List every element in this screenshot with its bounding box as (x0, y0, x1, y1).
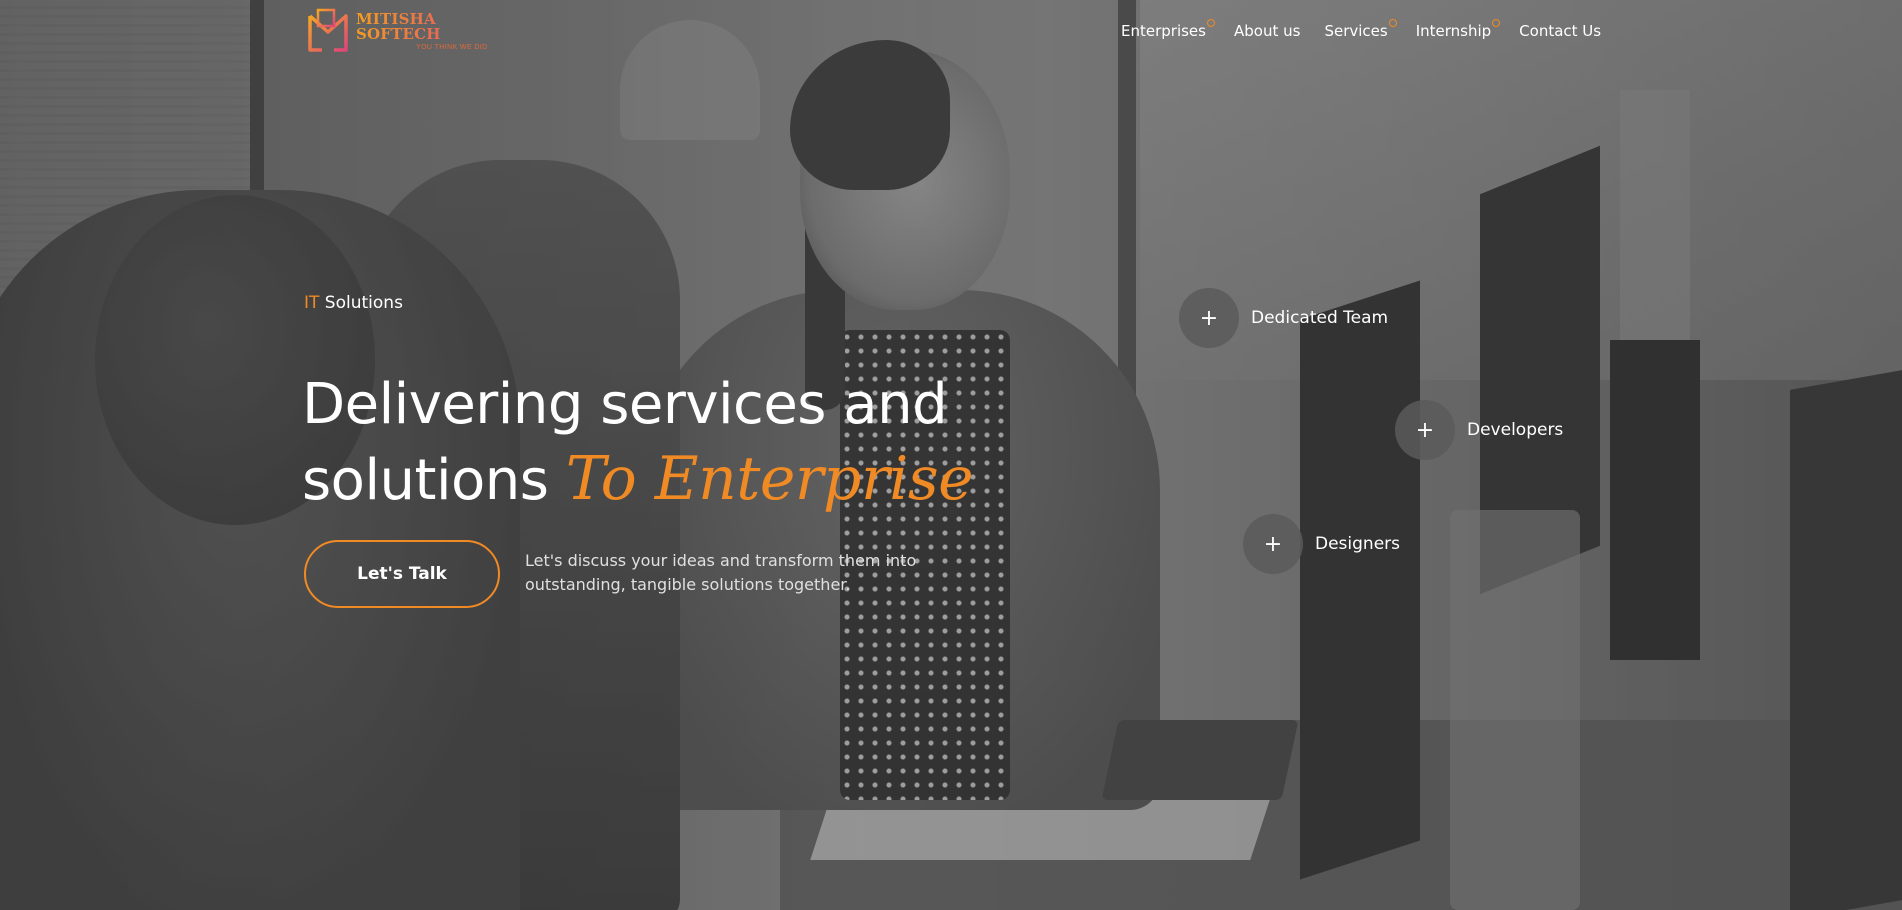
nav-item-about-us[interactable]: About us (1234, 22, 1300, 40)
hero-section: MITISHA SOFTECH YOU THINK WE DID Enterpr… (0, 0, 1902, 910)
eyebrow-text: Solutions (319, 293, 403, 313)
hero-subtext: Let's discuss your ideas and transform t… (525, 551, 917, 594)
hero-headline: Delivering services and solutions To Ent… (302, 368, 1022, 518)
nav-item-enterprises[interactable]: Enterprises (1121, 19, 1215, 40)
headline-script: To Enterprise (565, 444, 974, 514)
feature-label: Dedicated Team (1251, 308, 1389, 328)
dropdown-indicator-icon (1206, 19, 1215, 27)
brand-tagline: YOU THINK WE DID (416, 43, 488, 51)
plus-icon: + (1395, 400, 1455, 460)
logo-mark-icon (304, 6, 352, 56)
feature-dedicated-team[interactable]: + Dedicated Team (1179, 288, 1388, 348)
nav-item-services[interactable]: Services (1324, 19, 1397, 40)
dropdown-indicator-icon (1492, 19, 1501, 27)
feature-label: Designers (1315, 534, 1400, 554)
dropdown-indicator-icon (1388, 19, 1397, 27)
nav-item-label: Internship (1415, 22, 1492, 40)
brand-name: MITISHA SOFTECH (356, 11, 504, 42)
feature-label: Developers (1467, 420, 1564, 440)
plus-icon: + (1179, 288, 1239, 348)
plus-icon: + (1243, 514, 1303, 574)
nav-item-contact-us[interactable]: Contact Us (1519, 22, 1601, 40)
brand-logo[interactable]: MITISHA SOFTECH YOU THINK WE DID (304, 5, 504, 57)
feature-developers[interactable]: + Developers (1395, 400, 1563, 460)
lets-talk-button[interactable]: Let's Talk (304, 540, 500, 608)
main-nav: Enterprises About us Services Internship… (1121, 19, 1625, 40)
nav-item-label: Enterprises (1121, 22, 1206, 40)
headline-line-1: Delivering services and (302, 372, 948, 437)
feature-designers[interactable]: + Designers (1243, 514, 1400, 574)
nav-item-label: About us (1233, 22, 1301, 40)
hero-eyebrow: IT Solutions (304, 293, 403, 313)
nav-item-label: Services (1324, 22, 1388, 40)
headline-line-2: solutions (302, 448, 566, 513)
nav-item-internship[interactable]: Internship (1415, 19, 1501, 40)
eyebrow-accent: IT (304, 293, 320, 313)
nav-item-label: Contact Us (1519, 22, 1602, 40)
